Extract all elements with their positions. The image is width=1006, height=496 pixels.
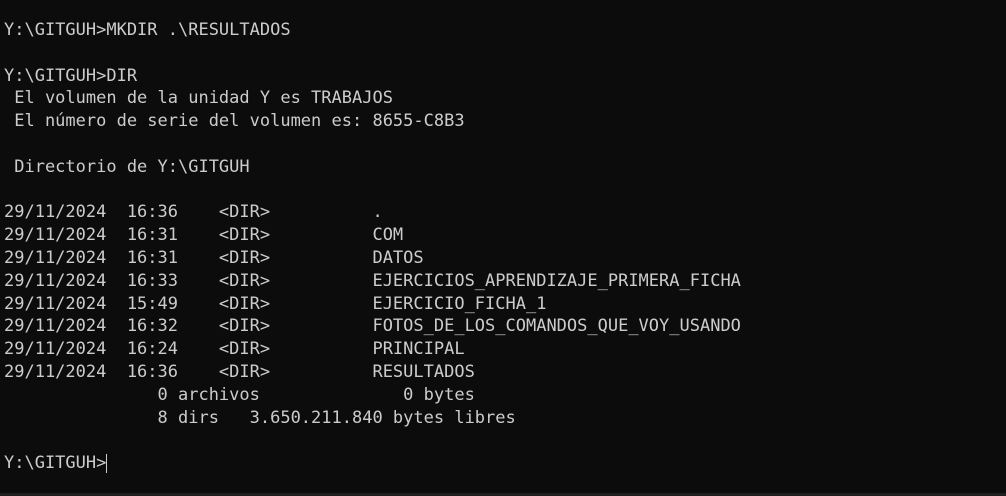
output-line: Y:\GITGUH>DIR xyxy=(4,65,138,86)
dir-entry-line: 29/11/2024 16:33 <DIR> EJERCICIOS_APREND… xyxy=(4,270,741,291)
input-line[interactable]: Y:\GITGUH> xyxy=(4,452,1006,475)
dir-entry-line: 29/11/2024 16:31 <DIR> COM xyxy=(4,225,404,246)
output-line: Y:\GITGUH>MKDIR .\RESULTADOS xyxy=(4,20,291,40)
prompt-text: Y:\GITGUH> xyxy=(4,453,107,474)
text-cursor xyxy=(106,453,108,473)
output-line: El número de serie del volumen es: 8655-… xyxy=(4,111,465,132)
dir-entry-line: 29/11/2024 16:24 <DIR> PRINCIPAL xyxy=(4,339,465,360)
dir-entry-line: 29/11/2024 16:32 <DIR> FOTOS_DE_LOS_COMA… xyxy=(4,316,741,337)
summary-files-line: 0 archivos 0 bytes xyxy=(4,384,475,405)
dir-entry-line: 29/11/2024 16:36 <DIR> . xyxy=(4,202,383,223)
dir-entry-line: 29/11/2024 15:49 <DIR> EJERCICIO_FICHA_1 xyxy=(4,293,547,314)
dir-entry-line: 29/11/2024 16:36 <DIR> RESULTADOS xyxy=(4,361,475,382)
terminal-window[interactable]: Y:\GITGUH>MKDIR .\RESULTADOS Y:\GITGUH>D… xyxy=(0,0,1006,496)
output-line: El volumen de la unidad Y es TRABAJOS xyxy=(4,88,393,109)
summary-dirs-line: 8 dirs 3.650.211.840 bytes libres xyxy=(4,407,516,428)
dir-entry-line: 29/11/2024 16:31 <DIR> DATOS xyxy=(4,247,424,268)
output-line: Directorio de Y:\GITGUH xyxy=(4,156,250,177)
